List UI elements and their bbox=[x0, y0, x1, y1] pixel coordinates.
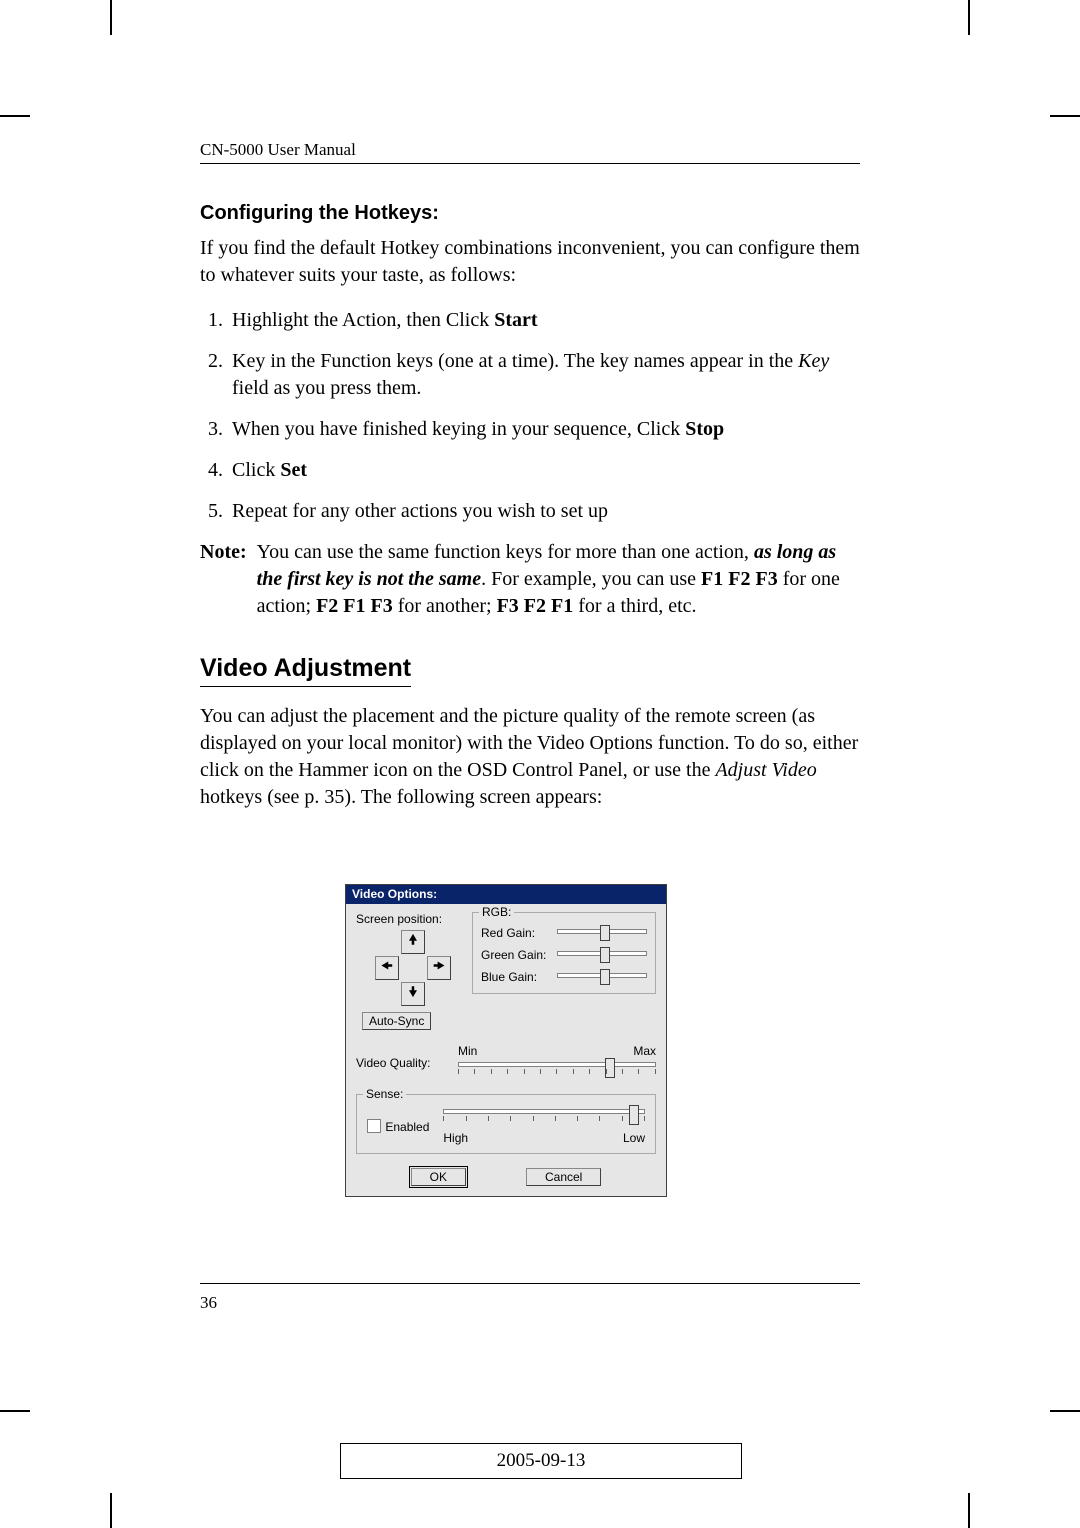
note-text: You can use the same function keys for m… bbox=[257, 541, 754, 563]
crop-mark bbox=[1050, 115, 1080, 117]
sense-enabled-row: Enabled bbox=[367, 1119, 429, 1134]
blue-gain-slider[interactable] bbox=[557, 969, 647, 985]
step-text: Highlight the Action, then Click bbox=[232, 309, 494, 331]
red-gain-label: Red Gain: bbox=[481, 926, 549, 940]
auto-sync-button[interactable]: Auto-Sync bbox=[362, 1012, 431, 1030]
vq-max-label: Max bbox=[633, 1044, 656, 1058]
step-keyword: Set bbox=[280, 459, 307, 481]
crop-mark bbox=[110, 1493, 112, 1528]
green-gain-label: Green Gain: bbox=[481, 948, 549, 962]
step-text: Key in the Function keys (one at a time)… bbox=[232, 350, 798, 372]
note-block: Note: You can use the same function keys… bbox=[200, 539, 860, 620]
video-quality-label: Video Quality: bbox=[356, 1056, 448, 1070]
step-1: Highlight the Action, then Click Start bbox=[228, 307, 860, 334]
crop-mark bbox=[0, 1410, 30, 1412]
video-options-dialog: Video Options: Screen position: 🠝 🠜 🠞 🠟 … bbox=[345, 884, 667, 1197]
blue-gain-label: Blue Gain: bbox=[481, 970, 549, 984]
footer-rule bbox=[200, 1283, 860, 1284]
step-text: Click bbox=[232, 459, 280, 481]
vq-min-label: Min bbox=[458, 1044, 477, 1058]
hotkeys-intro: If you find the default Hotkey combinati… bbox=[200, 235, 860, 289]
step-3: When you have finished keying in your se… bbox=[228, 416, 860, 443]
crop-mark bbox=[1050, 1410, 1080, 1412]
video-intro: You can adjust the placement and the pic… bbox=[200, 703, 860, 811]
sense-high-label: High bbox=[443, 1131, 468, 1145]
step-keyword: Start bbox=[494, 309, 537, 331]
crop-mark bbox=[110, 0, 112, 35]
rgb-legend: RGB: bbox=[479, 905, 514, 919]
arrow-right-button[interactable]: 🠞 bbox=[427, 956, 451, 980]
key-field-name: Key bbox=[798, 350, 829, 372]
video-intro-em: Adjust Video bbox=[715, 759, 816, 781]
step-text: When you have finished keying in your se… bbox=[232, 418, 685, 440]
sense-group: Sense: Enabled High Low bbox=[356, 1094, 656, 1154]
crop-mark bbox=[0, 115, 30, 117]
header-rule bbox=[200, 163, 860, 164]
step-keyword: Stop bbox=[685, 418, 724, 440]
step-2: Key in the Function keys (one at a time)… bbox=[228, 348, 860, 402]
rgb-group: RGB: Red Gain: Green Gain: Blue Gain: bbox=[472, 912, 656, 994]
video-intro-text: hotkeys (see p. 35). The following scree… bbox=[200, 786, 602, 808]
date-box: 2005-09-13 bbox=[340, 1443, 742, 1479]
hotkeys-heading: Configuring the Hotkeys: bbox=[200, 202, 860, 225]
arrow-up-button[interactable]: 🠝 bbox=[401, 930, 425, 954]
page-number: 36 bbox=[200, 1293, 217, 1313]
red-gain-slider[interactable] bbox=[557, 925, 647, 941]
sense-legend: Sense: bbox=[363, 1087, 406, 1101]
note-label: Note: bbox=[200, 539, 257, 620]
step-4: Click Set bbox=[228, 457, 860, 484]
hotkeys-steps: Highlight the Action, then Click Start K… bbox=[200, 307, 860, 525]
cancel-button[interactable]: Cancel bbox=[526, 1168, 601, 1186]
ok-button[interactable]: OK bbox=[411, 1168, 466, 1186]
sense-low-label: Low bbox=[623, 1131, 645, 1145]
note-text: . For example, you can use bbox=[481, 568, 701, 590]
dialog-title: Video Options: bbox=[346, 885, 666, 904]
sense-slider[interactable] bbox=[443, 1107, 645, 1129]
screen-position-label: Screen position: bbox=[356, 912, 462, 926]
video-quality-slider[interactable] bbox=[458, 1060, 656, 1082]
green-gain-slider[interactable] bbox=[557, 947, 647, 963]
arrow-left-button[interactable]: 🠜 bbox=[375, 956, 399, 980]
sense-enabled-checkbox[interactable] bbox=[367, 1119, 381, 1133]
step-text: field as you press them. bbox=[232, 377, 421, 399]
note-keys: F3 F2 F1 bbox=[497, 595, 574, 617]
crop-mark bbox=[968, 0, 970, 35]
note-keys: F1 F2 F3 bbox=[701, 568, 778, 590]
sense-enabled-label: Enabled bbox=[385, 1120, 429, 1134]
step-5: Repeat for any other actions you wish to… bbox=[228, 498, 860, 525]
screen-position-pad: 🠝 🠜 🠞 🠟 bbox=[364, 930, 462, 1006]
note-keys: F2 F1 F3 bbox=[316, 595, 393, 617]
arrow-down-button[interactable]: 🠟 bbox=[401, 982, 425, 1006]
note-body: You can use the same function keys for m… bbox=[257, 539, 860, 620]
video-adjustment-heading: Video Adjustment bbox=[200, 654, 411, 687]
note-text: for a third, etc. bbox=[573, 595, 696, 617]
crop-mark bbox=[968, 1493, 970, 1528]
note-text: for another; bbox=[393, 595, 497, 617]
running-header: CN-5000 User Manual bbox=[200, 140, 860, 160]
